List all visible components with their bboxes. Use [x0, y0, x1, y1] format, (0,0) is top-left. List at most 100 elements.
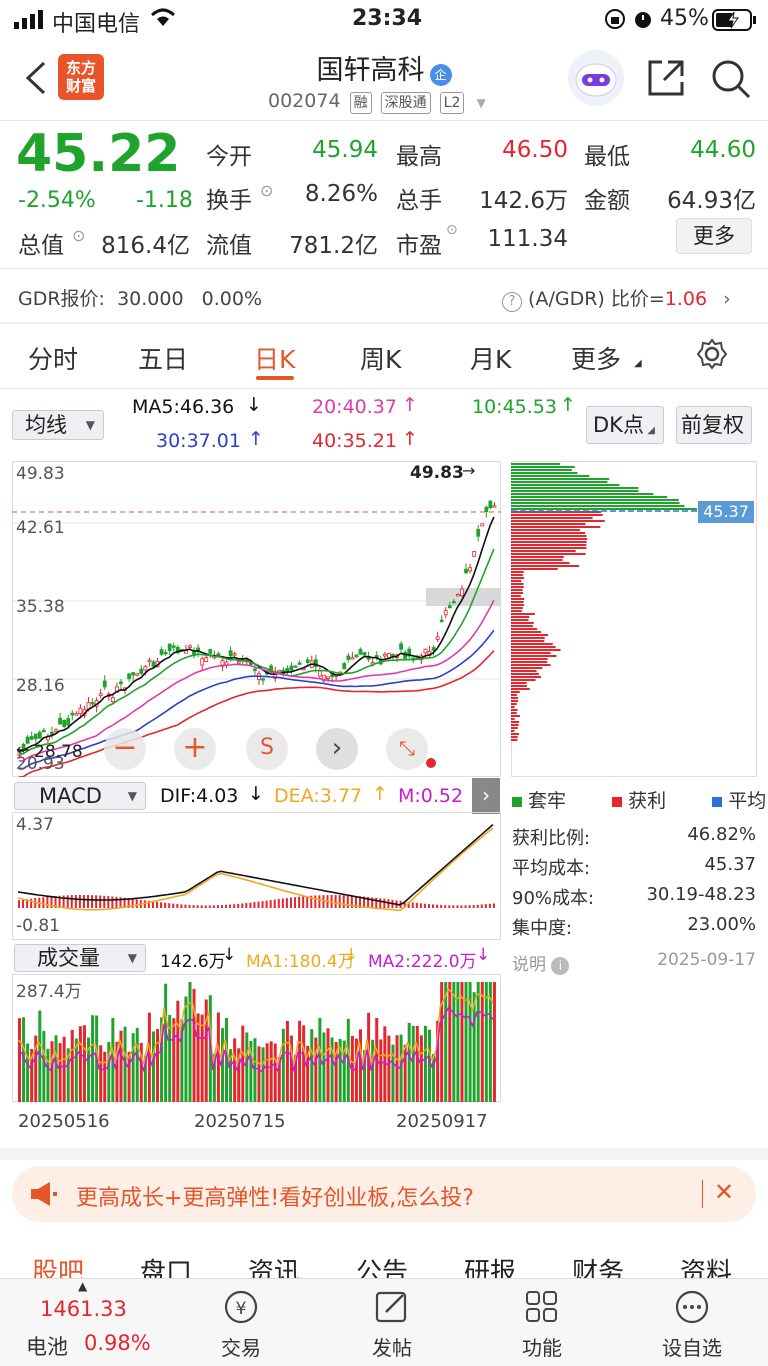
macd-chart[interactable]: [12, 812, 501, 940]
tab-news[interactable]: 资讯: [248, 1252, 300, 1278]
info-dots-icon[interactable]: ⊙: [260, 181, 273, 200]
amount-label: 金额: [584, 188, 630, 214]
ma10-up-arrow-icon: ↑: [560, 394, 576, 416]
candle-body: [435, 636, 440, 640]
zoom-in-button[interactable]: +: [174, 728, 216, 770]
volume-dropdown[interactable]: 成交量 ▼: [14, 944, 146, 972]
caret-up-icon: ▲: [78, 1279, 88, 1293]
volume-bar: [78, 1026, 82, 1102]
tab-five-day[interactable]: 五日: [138, 340, 188, 376]
promo-banner[interactable]: 更高成长+更高弹性!看好创业板,怎么投? ✕: [12, 1166, 756, 1222]
tab-day-k[interactable]: 日K: [254, 340, 295, 376]
candle-body: [147, 659, 152, 662]
dk-point-button[interactable]: DK点 ◢: [586, 406, 664, 444]
info-dots-icon[interactable]: ⊙: [446, 222, 458, 238]
candle-body: [78, 707, 83, 715]
volume-bar: [476, 982, 480, 1102]
bs-signal-button[interactable]: S: [246, 728, 288, 770]
moving-average-line: [18, 516, 495, 752]
chevron-right-icon[interactable]: ›: [723, 288, 731, 310]
zoom-out-button[interactable]: −: [104, 728, 146, 770]
chip-bar: [511, 475, 590, 477]
candle-body: [451, 601, 456, 604]
chip-bar: [511, 526, 601, 528]
tab-more[interactable]: 更多: [571, 340, 621, 376]
chip-bar: [511, 694, 517, 696]
volume-bar: [62, 1036, 66, 1102]
total-cap-label: 总值: [18, 233, 64, 259]
candle-body: [443, 610, 448, 616]
macd-dropdown[interactable]: MACD ▼: [14, 782, 146, 810]
share-icon[interactable]: [646, 58, 686, 102]
collapse-panel-button[interactable]: ›: [472, 778, 500, 814]
search-icon[interactable]: [710, 58, 752, 104]
dropdown-arrow-icon[interactable]: ▼: [476, 96, 485, 110]
chip-bar: [511, 592, 524, 594]
assistant-avatar[interactable]: [568, 50, 624, 106]
volume-bar: [395, 1035, 399, 1102]
candle-body: [492, 505, 497, 508]
tab-finance[interactable]: 财务: [572, 1252, 624, 1278]
chevron-right-icon[interactable]: ›: [316, 728, 358, 770]
volume-chart[interactable]: [12, 974, 501, 1102]
tab-week-k[interactable]: 周K: [360, 340, 401, 376]
stock-code: 002074: [268, 90, 341, 112]
chip-bar: [511, 673, 539, 675]
candle-body: [317, 670, 322, 677]
nav-add-watchlist[interactable]: 设自选: [637, 1279, 747, 1361]
nav-trade[interactable]: ¥ 交易: [186, 1279, 296, 1361]
chip-bar: [511, 700, 519, 702]
chip-bar: [511, 595, 521, 597]
candle-body: [171, 645, 176, 648]
tab-orderbook[interactable]: 盘口: [140, 1252, 192, 1278]
chip-bar: [511, 499, 679, 501]
more-button[interactable]: 更多: [676, 218, 752, 254]
candle-body: [33, 733, 38, 740]
gdr-label: GDR报价:: [18, 288, 105, 310]
help-icon[interactable]: ?: [502, 292, 522, 312]
battery-percent: 45%: [660, 6, 709, 31]
chip-bar: [511, 670, 537, 672]
kline-low-marker: 28.78: [34, 742, 83, 762]
nav-functions[interactable]: 功能: [487, 1279, 597, 1361]
tab-month-k[interactable]: 月K: [470, 340, 511, 376]
ma-dropdown-label: 均线: [25, 413, 67, 437]
dea-up-arrow-icon: ↑: [372, 783, 388, 805]
chip-bar: [511, 574, 523, 576]
candle-body: [204, 657, 209, 663]
nav-post[interactable]: 发帖: [337, 1279, 447, 1361]
macd-dif: DIF:4.03: [160, 785, 239, 807]
date-label-2: 20250715: [194, 1111, 286, 1132]
chip-note-row[interactable]: 说明 i 2025-09-17: [512, 950, 756, 975]
volume-bar: [415, 1026, 419, 1102]
fullscreen-expand-icon[interactable]: ⤡: [386, 728, 428, 770]
ma-dropdown[interactable]: 均线 ▼: [12, 410, 104, 440]
index-value[interactable]: 1461.33: [40, 1297, 127, 1321]
candle-body: [423, 648, 428, 654]
chip-bar: [511, 481, 608, 483]
volume-bar: [151, 1031, 155, 1102]
chip-bar: [511, 703, 517, 705]
gdr-ratio[interactable]: ? (A/GDR) 比价=1.06 ›: [502, 284, 731, 312]
volume-bar: [440, 982, 444, 1102]
nav-trade-label: 交易: [221, 1336, 261, 1360]
corner-triangle-icon: ◢: [647, 425, 655, 436]
stock-name: 国轩高科: [316, 55, 425, 86]
chip-stat-4: 集中度: 23.00%: [512, 914, 756, 940]
volume-bar: [273, 1043, 277, 1102]
tab-timeshare[interactable]: 分时: [28, 340, 78, 376]
info-icon[interactable]: i: [551, 957, 570, 975]
volume-bar: [423, 1025, 427, 1102]
volume-bar: [419, 1035, 423, 1102]
tab-announcements[interactable]: 公告: [356, 1252, 408, 1278]
tab-profile[interactable]: 资料: [680, 1252, 732, 1278]
candle-body: [135, 673, 140, 676]
tab-forum[interactable]: 股吧: [32, 1252, 84, 1278]
close-icon[interactable]: ✕: [714, 1178, 734, 1206]
tab-reports[interactable]: 研报: [464, 1252, 516, 1278]
settings-gear-icon[interactable]: [696, 338, 728, 374]
adjust-button[interactable]: 前复权: [676, 406, 752, 444]
info-dots-icon[interactable]: ⊙: [72, 226, 85, 245]
last-price: 45.22: [16, 124, 181, 184]
chip-bar: [511, 487, 639, 489]
